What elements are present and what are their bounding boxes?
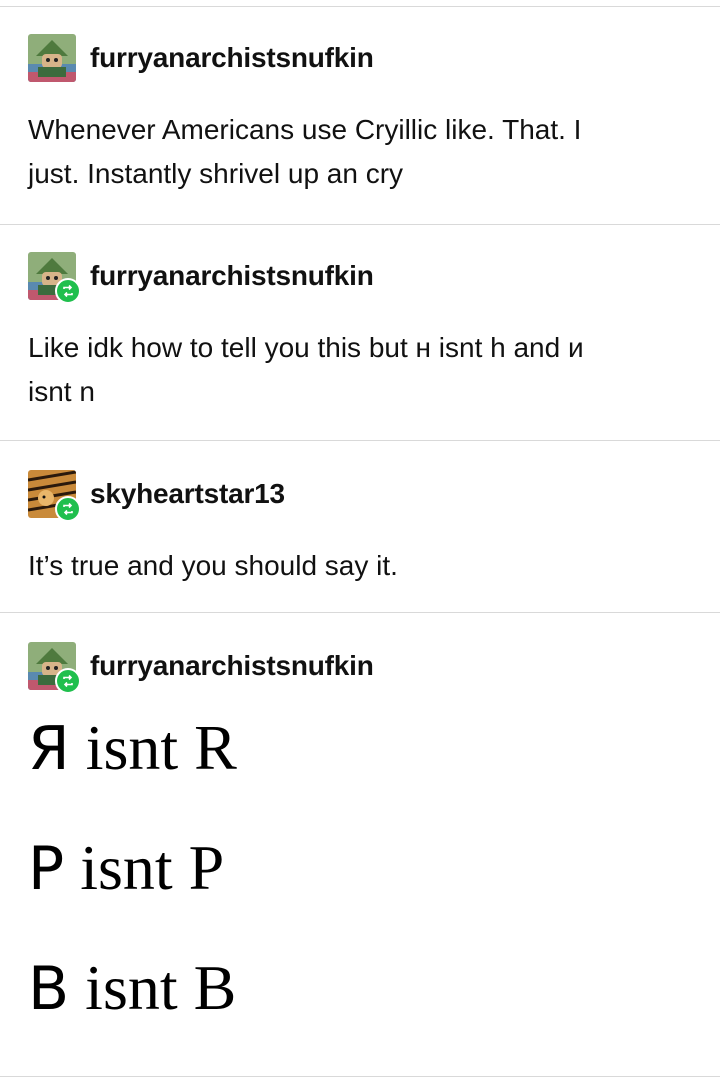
text-line: isnt n xyxy=(28,376,95,407)
big-text-rest: isnt P xyxy=(64,832,225,903)
post-header: skyheartstar13 xyxy=(28,470,285,522)
cyrillic-letter: Я xyxy=(28,714,70,784)
post-3: skyheartstar13 It’s true and you should … xyxy=(0,440,720,612)
post-header: furryanarchistsnufkin xyxy=(28,642,374,694)
big-text-line: В isnt B xyxy=(28,952,236,1025)
reblog-thread: furryanarchistsnufkin Whenever Americans… xyxy=(0,0,720,1080)
avatar[interactable] xyxy=(28,470,81,522)
text-line: It’s true and you should say it. xyxy=(28,550,398,581)
post-header: furryanarchistsnufkin xyxy=(28,252,374,304)
avatar[interactable] xyxy=(28,34,76,82)
reblog-icon xyxy=(55,496,81,522)
username-link[interactable]: furryanarchistsnufkin xyxy=(90,260,374,292)
username-link[interactable]: furryanarchistsnufkin xyxy=(90,650,374,682)
cyrillic-letter: В xyxy=(28,954,70,1024)
snufkin-avatar-icon xyxy=(28,34,76,82)
big-text-rest: isnt B xyxy=(69,952,237,1023)
reblog-icon xyxy=(55,278,81,304)
text-line: Whenever Americans use Cryillic like. Th… xyxy=(28,114,582,145)
reblog-icon xyxy=(55,668,81,694)
username-link[interactable]: skyheartstar13 xyxy=(90,478,285,510)
post-2: furryanarchistsnufkin Like idk how to te… xyxy=(0,224,720,440)
divider xyxy=(0,1076,720,1077)
cyrillic-letter: Р xyxy=(28,834,65,904)
post-4: furryanarchistsnufkin Я isnt R Р isnt P … xyxy=(0,612,720,1076)
username-link[interactable]: furryanarchistsnufkin xyxy=(90,42,374,74)
avatar[interactable] xyxy=(28,252,81,304)
post-header: furryanarchistsnufkin xyxy=(28,34,374,82)
big-text-line: Я isnt R xyxy=(28,712,237,785)
post-text: Whenever Americans use Cryillic like. Th… xyxy=(28,108,678,196)
big-text-rest: isnt R xyxy=(69,712,237,783)
text-line: just. Instantly shrivel up an cry xyxy=(28,158,404,189)
big-text-line: Р isnt P xyxy=(28,832,224,905)
avatar[interactable] xyxy=(28,642,81,694)
post-1: furryanarchistsnufkin Whenever Americans… xyxy=(0,6,720,224)
post-text: It’s true and you should say it. xyxy=(28,544,678,588)
post-text: Like idk how to tell you this but н isnt… xyxy=(28,326,678,414)
text-line: Like idk how to tell you this but н isnt… xyxy=(28,332,584,363)
